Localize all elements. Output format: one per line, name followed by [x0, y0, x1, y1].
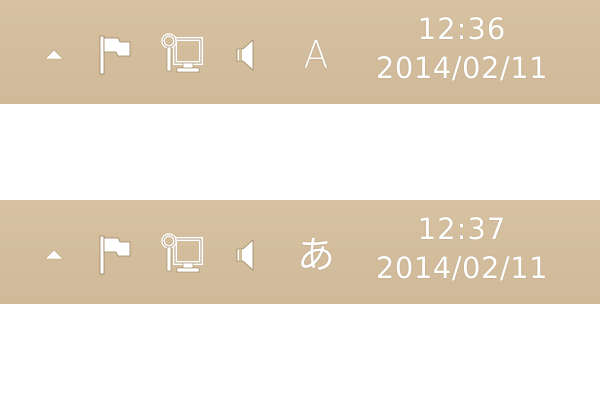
flag-icon [99, 235, 131, 275]
clock-date: 2014/02/11 [375, 51, 549, 85]
notification-area: あ 12:37 2014/02/11 [0, 200, 600, 304]
clock-date: 2014/02/11 [375, 251, 549, 285]
show-hidden-icons-button[interactable] [38, 33, 70, 77]
volume-button[interactable] [228, 33, 264, 77]
ime-mode-indicator: あ [296, 233, 335, 277]
clock-time: 12:36 [417, 12, 507, 46]
input-mode-button[interactable]: あ [290, 233, 342, 277]
clock-button[interactable]: 12:37 2014/02/11 [364, 210, 560, 298]
show-hidden-icons-button[interactable] [38, 233, 70, 277]
volume-button[interactable] [228, 233, 264, 277]
network-button[interactable] [158, 33, 206, 77]
network-icon [161, 33, 203, 73]
notification-area: A 12:36 2014/02/11 [0, 0, 600, 104]
action-center-button[interactable] [92, 233, 138, 277]
ime-mode-indicator: A [303, 33, 329, 77]
volume-icon [236, 39, 254, 71]
chevron-up-icon [44, 49, 64, 60]
action-center-button[interactable] [92, 33, 138, 77]
flag-icon [99, 35, 131, 75]
taskbar-tray-after: あ 12:37 2014/02/11 [0, 200, 600, 304]
clock-button[interactable]: 12:36 2014/02/11 [364, 10, 560, 98]
chevron-up-icon [44, 249, 64, 260]
network-button[interactable] [158, 233, 206, 277]
network-icon [161, 233, 203, 273]
clock-time: 12:37 [417, 212, 507, 246]
input-mode-button[interactable]: A [290, 33, 342, 77]
volume-icon [236, 239, 254, 271]
taskbar-tray-before: A 12:36 2014/02/11 [0, 0, 600, 104]
